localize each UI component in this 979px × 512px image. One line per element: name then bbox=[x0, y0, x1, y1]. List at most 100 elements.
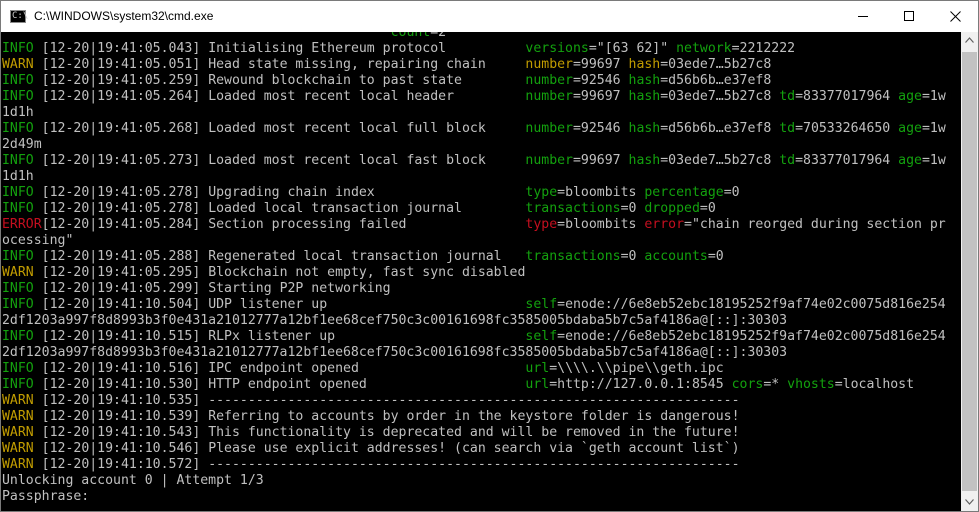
maximize-icon bbox=[904, 11, 914, 21]
log-text: =03ede7…5b27c8 bbox=[660, 57, 772, 72]
log-token: INFO bbox=[2, 361, 34, 376]
log-token: number bbox=[525, 73, 573, 88]
log-text: =0 bbox=[620, 249, 645, 264]
log-text: [12-20|19:41:05.264] Loaded most recent … bbox=[33, 89, 526, 104]
log-token: td bbox=[779, 89, 796, 104]
log-token: hash bbox=[628, 73, 661, 88]
minimize-icon bbox=[858, 16, 868, 17]
log-text: [12-20|19:41:10.504] UDP listener up bbox=[33, 297, 526, 312]
log-token: INFO bbox=[2, 121, 34, 136]
log-text: 2d49m bbox=[2, 137, 42, 152]
log-text: [12-20|19:41:10.539] Referring to accoun… bbox=[33, 409, 740, 424]
log-text: [12-20|19:41:05.288] Regenerated local t… bbox=[33, 249, 526, 264]
log-token: url bbox=[525, 361, 550, 376]
close-button[interactable] bbox=[932, 1, 978, 32]
log-token: INFO bbox=[2, 89, 34, 104]
log-text: =bloombits bbox=[557, 217, 645, 232]
log-token: versions bbox=[525, 41, 589, 56]
log-token: age bbox=[898, 121, 922, 136]
log-token: WARN bbox=[2, 425, 34, 440]
console-line: WARN [12-20|19:41:10.539] Referring to a… bbox=[2, 409, 946, 425]
log-text: ="[63 62]" bbox=[588, 41, 677, 56]
console-line: WARN [12-20|19:41:05.051] Head state mis… bbox=[2, 57, 946, 73]
log-token: INFO bbox=[2, 249, 34, 264]
console-line: 2df1203a997f8d8993b3f0e431a21012777a12bf… bbox=[2, 313, 946, 329]
log-text: [12-20|19:41:05.051] Head state missing,… bbox=[33, 57, 526, 72]
scroll-thumb[interactable] bbox=[962, 52, 977, 491]
log-token: url bbox=[525, 377, 550, 392]
log-text: 1d1h bbox=[2, 169, 34, 184]
log-text: 1d1h bbox=[2, 105, 34, 120]
log-text: =0 bbox=[707, 249, 724, 264]
log-token: WARN bbox=[2, 265, 34, 280]
log-token: age bbox=[898, 153, 922, 168]
minimize-button[interactable] bbox=[840, 1, 886, 32]
console-line: INFO [12-20|19:41:05.278] Loaded local t… bbox=[2, 201, 946, 217]
chevron-down-icon bbox=[965, 499, 974, 505]
log-text: =92546 bbox=[573, 121, 629, 136]
log-token: INFO bbox=[2, 201, 34, 216]
log-text: Passphrase: bbox=[2, 489, 90, 504]
log-token: hash bbox=[628, 153, 661, 168]
console-line: INFO [12-20|19:41:05.043] Initialising E… bbox=[2, 41, 946, 57]
log-text: [12-20|19:41:05.299] Starting P2P networ… bbox=[33, 281, 391, 296]
log-token: WARN bbox=[2, 409, 34, 424]
log-token: hash bbox=[628, 89, 661, 104]
console-line: WARN [12-20|19:41:10.572] --------------… bbox=[2, 457, 946, 473]
console-line: INFO [12-20|19:41:05.273] Loaded most re… bbox=[2, 153, 946, 169]
console-line: 2d49m bbox=[2, 137, 946, 153]
log-token: INFO bbox=[2, 297, 34, 312]
log-text: [12-20|19:41:10.546] Please use explicit… bbox=[33, 441, 740, 456]
log-token: transactions bbox=[525, 249, 621, 264]
log-text: =d56b6b…e37ef8 bbox=[660, 121, 780, 136]
console-line: WARN [12-20|19:41:10.546] Please use exp… bbox=[2, 441, 946, 457]
log-text: [12-20|19:41:05.295] Blockchain not empt… bbox=[33, 265, 526, 280]
title-bar[interactable]: C:\ C:\WINDOWS\system32\cmd.exe bbox=[1, 1, 978, 32]
log-token: self bbox=[525, 329, 558, 344]
log-token: cors bbox=[731, 377, 764, 392]
log-text: Unlocking account 0 | Attempt 1/3 bbox=[2, 473, 264, 488]
console-line: ocessing" bbox=[2, 233, 946, 249]
log-token: percentage bbox=[644, 185, 724, 200]
log-text: =1w bbox=[921, 153, 946, 168]
console-output[interactable]: count=2 INFO [12-20|19:41:05.043] Initial… bbox=[1, 32, 961, 511]
log-text: =99697 bbox=[573, 57, 629, 72]
console-line: Unlocking account 0 | Attempt 1/3 bbox=[2, 473, 946, 489]
log-text: =d56b6b…e37ef8 bbox=[660, 73, 772, 88]
scroll-up-button[interactable] bbox=[961, 32, 978, 49]
console-line: INFO [12-20|19:41:05.288] Regenerated lo… bbox=[2, 249, 946, 265]
log-text: [12-20|19:41:10.530] HTTP endpoint opene… bbox=[33, 377, 526, 392]
log-token: type bbox=[525, 185, 558, 200]
log-text: [12-20|19:41:05.259] Rewound blockchain … bbox=[33, 73, 526, 88]
log-text: =83377017964 bbox=[795, 153, 899, 168]
log-token: INFO bbox=[2, 377, 34, 392]
log-token: self bbox=[525, 297, 558, 312]
log-token: dropped bbox=[644, 201, 700, 216]
scroll-down-button[interactable] bbox=[961, 494, 978, 511]
window-title: C:\WINDOWS\system32\cmd.exe bbox=[34, 9, 214, 23]
log-token: td bbox=[779, 121, 796, 136]
console-line: WARN [12-20|19:41:10.543] This functiona… bbox=[2, 425, 946, 441]
log-token: number bbox=[525, 89, 573, 104]
cmd-icon-glyph: C:\ bbox=[12, 11, 29, 21]
log-token: INFO bbox=[2, 41, 34, 56]
log-text: [12-20|19:41:05.278] Upgrading chain ind… bbox=[33, 185, 526, 200]
log-text: =0 bbox=[723, 185, 740, 200]
log-token: INFO bbox=[2, 153, 34, 168]
console-line: WARN [12-20|19:41:10.535] --------------… bbox=[2, 393, 946, 409]
log-token: number bbox=[525, 153, 573, 168]
log-text: =http://127.0.0.1:8545 bbox=[549, 377, 732, 392]
log-text: =2212222 bbox=[731, 41, 796, 56]
cmd-icon[interactable]: C:\ bbox=[10, 10, 29, 23]
log-token: INFO bbox=[2, 73, 34, 88]
log-text: [12-20|19:41:05.273] Loaded most recent … bbox=[33, 153, 526, 168]
cmd-window: C:\ C:\WINDOWS\system32\cmd.exe count=2 I… bbox=[0, 0, 979, 512]
log-text: =0 bbox=[620, 201, 645, 216]
log-text: [12-20|19:41:10.572] -------------------… bbox=[33, 457, 740, 472]
log-token: INFO bbox=[2, 329, 34, 344]
log-text: [12-20|19:41:05.043] Initialising Ethere… bbox=[33, 41, 526, 56]
vertical-scrollbar[interactable] bbox=[961, 32, 978, 511]
log-token: INFO bbox=[2, 185, 34, 200]
maximize-button[interactable] bbox=[886, 1, 932, 32]
log-token: number bbox=[525, 121, 573, 136]
